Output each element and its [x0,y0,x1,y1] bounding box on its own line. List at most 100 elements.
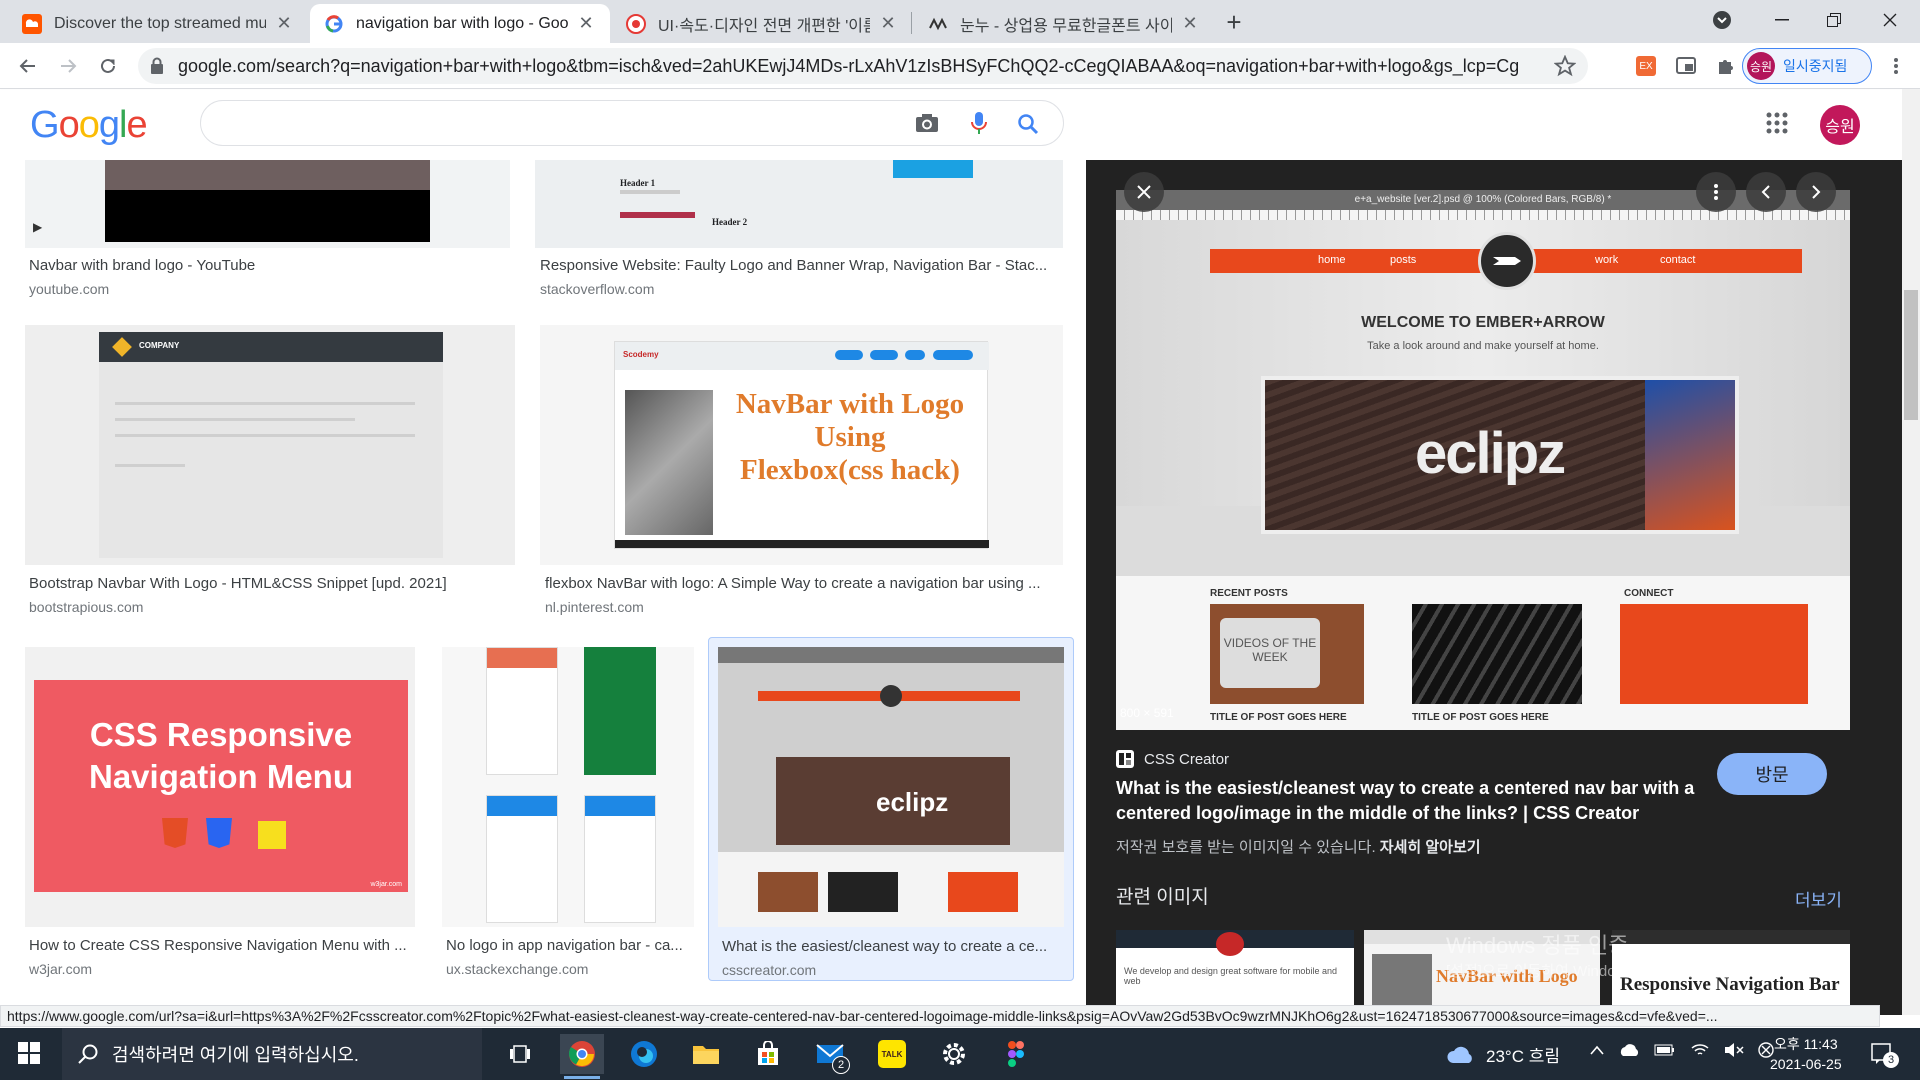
search-box[interactable] [200,100,1064,146]
wifi-icon[interactable] [1690,1042,1710,1058]
bookmark-star-icon[interactable] [1554,55,1576,77]
close-tab-icon[interactable]: ✕ [878,13,898,34]
result-thumbnail[interactable]: Scodemy NavBar with Logo Using Flexbox(c… [540,325,1063,565]
chrome-taskbar-icon[interactable] [560,1034,604,1079]
extensions-puzzle-icon[interactable] [1710,50,1742,82]
edge-taskbar-icon[interactable] [622,1034,666,1074]
play-icon[interactable]: ▶ [33,220,42,234]
battery-icon[interactable] [1654,1043,1676,1057]
preview-title[interactable]: What is the easiest/cleanest way to crea… [1116,776,1706,826]
result-thumbnail[interactable]: ▶ [25,160,510,248]
result-title[interactable]: What is the easiest/cleanest way to crea… [722,938,1062,955]
copyright-text: 저작권 보호를 받는 이미지일 수 있습니다. [1116,839,1376,856]
result-source[interactable]: stackoverflow.com [540,281,654,297]
close-tab-icon[interactable]: ✕ [1180,13,1200,34]
reload-button[interactable] [92,50,124,82]
volume-muted-icon[interactable] [1724,1042,1744,1058]
preview-image[interactable]: e+a_website [ver.2].psd @ 100% (Colored … [1116,190,1850,730]
scrollbar-thumb[interactable] [1904,290,1918,420]
chrome-menu-icon[interactable] [1880,50,1912,82]
notification-center-icon[interactable]: 3 [1870,1041,1899,1068]
more-options-icon[interactable] [1696,172,1736,212]
onedrive-cloud-icon[interactable] [1618,1043,1640,1057]
related-image[interactable]: We develop and design great software for… [1116,930,1354,1015]
close-preview-button[interactable] [1124,172,1164,212]
google-logo[interactable]: Google [30,104,148,147]
lock-icon[interactable] [150,57,164,75]
result-card[interactable]: COMPANY Bootstrap Navbar With Logo - HTM… [25,325,515,625]
thumb-phone-bar [487,796,557,816]
result-card[interactable]: CSS Responsive Navigation Menu w3jar.com… [25,647,415,977]
result-thumbnail[interactable] [442,647,694,927]
close-window-button[interactable] [1860,0,1920,40]
taskbar-search-placeholder[interactable]: 검색하려면 여기에 입력하십시오. [112,1041,359,1067]
address-bar[interactable]: google.com/search?q=navigation+bar+with+… [138,48,1588,84]
windows-start-icon[interactable] [18,1042,40,1064]
result-card[interactable]: Header 1 Header 2 Responsive Website: Fa… [535,160,1063,310]
search-icon[interactable] [1017,113,1039,135]
tab-search-button[interactable] [1692,0,1752,40]
learn-more-link[interactable]: 자세히 알아보기 [1380,839,1481,856]
close-tab-icon[interactable]: ✕ [576,13,596,34]
result-title[interactable]: Responsive Website: Faulty Logo and Bann… [540,257,1055,274]
result-title[interactable]: Navbar with brand logo - YouTube [29,257,499,274]
minimize-button[interactable] [1752,0,1812,40]
tray-chevron-up-icon[interactable] [1590,1045,1604,1055]
result-card[interactable]: Scodemy NavBar with Logo Using Flexbox(c… [540,325,1063,625]
settings-gear-icon[interactable] [932,1034,976,1074]
weather-widget[interactable]: 23°C 흐림 [1446,1042,1560,1067]
source-site[interactable]: CSS Creator [1116,750,1229,768]
result-card[interactable]: ▶ Navbar with brand logo - YouTube youtu… [25,160,510,310]
taskbar-search[interactable]: 검색하려면 여기에 입력하십시오. [62,1028,482,1080]
back-button[interactable] [12,50,44,82]
result-card[interactable]: No logo in app navigation bar - ca... ux… [442,647,694,977]
clock[interactable]: 오후 11:43 2021-06-25 [1770,1034,1842,1074]
weather-text: 23°C 흐림 [1486,1047,1560,1066]
result-source[interactable]: csscreator.com [722,962,816,978]
file-explorer-icon[interactable] [684,1034,728,1074]
tab-soundcloud[interactable]: Discover the top streamed music ✕ [8,4,308,43]
visit-button[interactable]: 방문 [1717,753,1827,795]
media-router-icon[interactable] [1670,50,1702,82]
source-site-name[interactable]: CSS Creator [1144,751,1229,768]
tab-noonnu[interactable]: 눈누 - 상업용 무료한글폰트 사이 ✕ [914,4,1214,43]
account-avatar[interactable]: 승원 [1820,105,1860,145]
microphone-icon[interactable] [971,111,987,135]
url-text[interactable]: google.com/search?q=navigation+bar+with+… [178,56,1518,77]
result-source[interactable]: nl.pinterest.com [545,599,644,615]
result-title[interactable]: No logo in app navigation bar - ca... [446,937,690,954]
thumb-phone [486,795,558,923]
previous-image-button[interactable] [1746,172,1786,212]
result-card-selected[interactable]: eclipz What is the easiest/cleanest way … [708,637,1074,981]
result-source[interactable]: w3jar.com [29,961,92,977]
result-thumbnail[interactable]: CSS Responsive Navigation Menu w3jar.com [25,647,415,927]
result-title[interactable]: How to Create CSS Responsive Navigation … [29,937,409,954]
result-title[interactable]: flexbox NavBar with logo: A Simple Way t… [545,575,1055,592]
kakaotalk-icon[interactable]: TALK [870,1034,914,1074]
page-scrollbar[interactable] [1902,89,1920,1015]
result-source[interactable]: bootstrapious.com [29,599,143,615]
new-tab-button[interactable]: + [1220,7,1248,37]
forward-button[interactable] [52,50,84,82]
result-source[interactable]: ux.stackexchange.com [446,961,588,977]
next-image-button[interactable] [1796,172,1836,212]
result-title[interactable]: Bootstrap Navbar With Logo - HTML&CSS Sn… [29,575,509,592]
result-source[interactable]: youtube.com [29,281,109,297]
restore-button[interactable] [1804,0,1864,40]
result-thumbnail[interactable]: Header 1 Header 2 [535,160,1063,248]
profile-button[interactable]: 승원 일시중지됨 [1742,48,1872,84]
site-tagline: Take a look around and make yourself at … [1367,340,1599,352]
close-tab-icon[interactable]: ✕ [274,13,294,34]
more-link[interactable]: 더보기 [1795,886,1842,911]
microsoft-store-icon[interactable] [746,1034,790,1074]
google-apps-icon[interactable] [1766,112,1788,134]
tab-news[interactable]: UI·속도·디자인 전면 개편한 '이름 ✕ [612,4,912,43]
tab-google-search[interactable]: navigation bar with logo - Google ✕ [310,4,610,43]
result-thumbnail[interactable]: eclipz [718,647,1064,927]
mail-taskbar-icon[interactable]: 2 [808,1034,852,1074]
figma-icon[interactable] [994,1034,1038,1074]
camera-search-icon[interactable] [915,113,939,133]
result-thumbnail[interactable]: COMPANY [25,325,515,565]
task-view-icon[interactable] [498,1034,542,1074]
extension-ex-icon[interactable]: EX [1630,50,1662,82]
